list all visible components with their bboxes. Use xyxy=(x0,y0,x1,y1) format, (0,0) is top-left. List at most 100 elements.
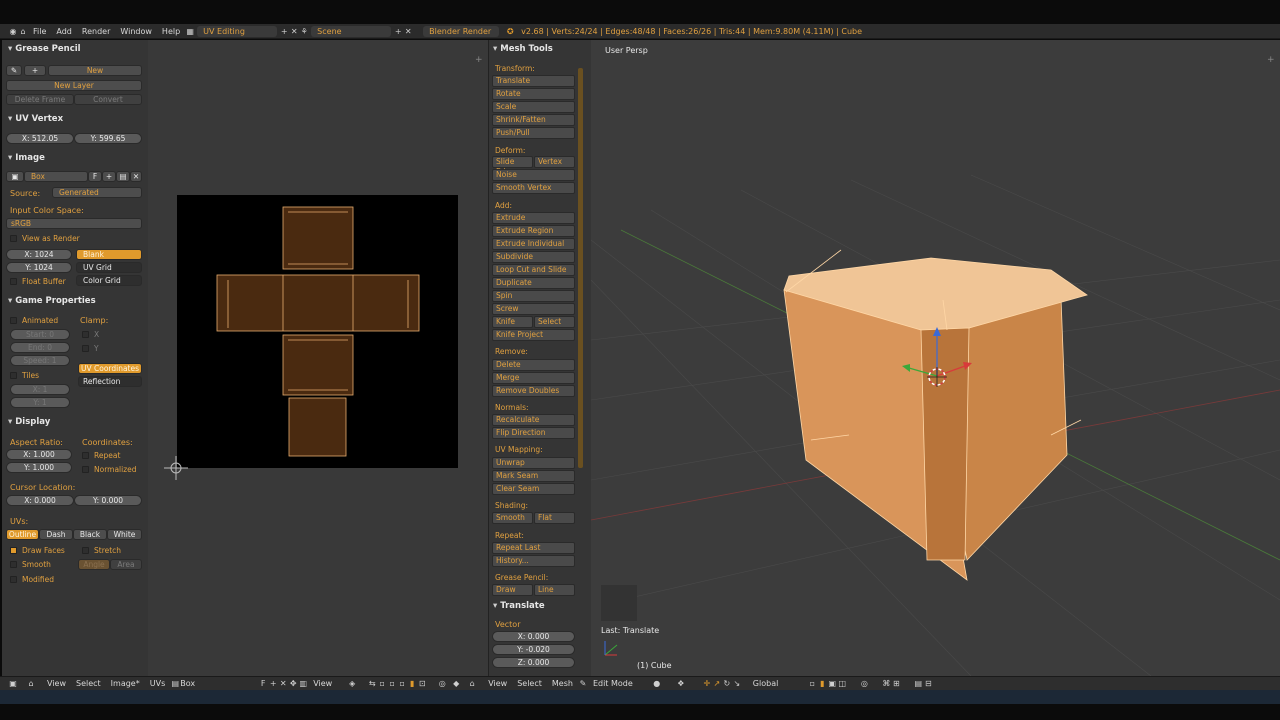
uv-editor-type-icon[interactable]: ▣ xyxy=(8,679,18,688)
menu-add[interactable]: Add xyxy=(51,27,77,36)
toolshelf-scrollbar[interactable] xyxy=(578,68,583,468)
end-field[interactable]: End: 0 xyxy=(10,342,70,353)
face-select-icon[interactable]: ▣ xyxy=(827,679,837,688)
viewport-editor-type-icon[interactable]: ◆ xyxy=(451,679,461,688)
duplicate-button[interactable]: Duplicate xyxy=(492,277,575,289)
pin-icon[interactable]: ✥ xyxy=(288,679,298,688)
select-island-icon[interactable]: ▮ xyxy=(407,679,417,688)
aspect-y-field[interactable]: Y: 1.000 xyxy=(6,462,72,473)
edge-select-icon[interactable]: ▮ xyxy=(817,679,827,688)
color-space-select[interactable]: sRGB xyxy=(6,218,142,229)
transform-orientation-select[interactable]: Global xyxy=(748,679,784,688)
smooth-vertex-button[interactable]: Smooth Vertex xyxy=(492,182,575,194)
redo-panel-handle[interactable] xyxy=(601,585,637,621)
open-image-icon[interactable]: ▤ xyxy=(116,171,130,182)
extrude-region-button[interactable]: Extrude Region xyxy=(492,225,575,237)
uv-menu-collapse-icon[interactable]: ⌂ xyxy=(26,679,36,688)
image-height-field[interactable]: Y: 1024 xyxy=(6,262,72,273)
clamp-x-checkbox[interactable] xyxy=(82,331,89,338)
vector-x-field[interactable]: X: 0.000 xyxy=(492,631,575,642)
uv-coordinates-option[interactable]: UV Coordinates xyxy=(78,363,142,374)
uv-face-middle[interactable] xyxy=(216,274,420,332)
knife-select-button[interactable]: Select xyxy=(534,316,575,328)
repeat-last-button[interactable]: Repeat Last xyxy=(492,542,575,554)
v3d-menu-select[interactable]: Select xyxy=(512,679,547,688)
mark-seam-button[interactable]: Mark Seam xyxy=(492,470,575,482)
uv-vertex-y-field[interactable]: Y: 599.65 xyxy=(74,133,142,144)
viewport-canvas[interactable]: + xyxy=(591,40,1280,676)
3d-viewport[interactable]: + User Persp Last: Translate (1) Cube xyxy=(591,40,1280,676)
shade-smooth-button[interactable]: Smooth xyxy=(492,512,533,524)
select-edge-icon[interactable]: ▫ xyxy=(387,679,397,688)
flip-direction-button[interactable]: Flip Direction xyxy=(492,427,575,439)
pencil-icon[interactable]: ✎ xyxy=(6,65,22,76)
delete-frame-button[interactable]: Delete Frame xyxy=(6,94,74,105)
uv-view-mode-icon[interactable]: ▥ xyxy=(298,679,308,688)
screw-button[interactable]: Screw xyxy=(492,303,575,315)
vertex-select-icon[interactable]: ▫ xyxy=(807,679,817,688)
tile-y-field[interactable]: Y: 1 xyxy=(10,397,70,408)
viewport-menu-collapse-icon[interactable]: ⌂ xyxy=(467,679,477,688)
scale-button[interactable]: Scale xyxy=(492,101,575,113)
gp-draw-button[interactable]: Draw xyxy=(492,584,533,596)
limit-selection-icon[interactable]: ◫ xyxy=(837,679,847,688)
interaction-mode-select[interactable]: Edit Mode xyxy=(588,679,638,688)
image-name-footer-field[interactable]: Box xyxy=(180,679,258,688)
screen-layout-field[interactable]: UV Editing xyxy=(197,25,278,37)
display-header[interactable]: Display xyxy=(8,417,50,427)
remove-doubles-button[interactable]: Remove Doubles xyxy=(492,385,575,397)
image-name-field[interactable]: Box xyxy=(24,171,88,182)
shade-flat-button[interactable]: Flat xyxy=(534,512,575,524)
new-grease-button[interactable]: New xyxy=(48,65,142,76)
scale-manipulator-icon[interactable]: ↘ xyxy=(732,679,742,688)
viewport-shading-icon[interactable]: ● xyxy=(652,679,662,688)
convert-button[interactable]: Convert xyxy=(74,94,142,105)
uv-dash-option[interactable]: Dash xyxy=(39,529,73,540)
image-browse-footer-icon[interactable]: ▤ xyxy=(170,679,180,688)
manipulator-toggle-icon[interactable]: ✛ xyxy=(702,679,712,688)
mesh-tools-header[interactable]: Mesh Tools xyxy=(493,44,553,54)
uv-menu-select[interactable]: Select xyxy=(71,679,106,688)
vector-y-field[interactable]: Y: -0.020 xyxy=(492,644,575,655)
menu-help[interactable]: Help xyxy=(157,27,185,36)
uv-outline-option[interactable]: Outline xyxy=(6,529,39,540)
uv-white-option[interactable]: White xyxy=(107,529,142,540)
translate-manipulator-icon[interactable]: ↗ xyxy=(712,679,722,688)
translate-operator-header[interactable]: Translate xyxy=(493,601,544,611)
menu-render[interactable]: Render xyxy=(77,27,115,36)
uv-menu-view[interactable]: View xyxy=(42,679,71,688)
uv-view-mode-select[interactable]: View xyxy=(308,679,337,688)
v3d-menu-mesh[interactable]: Mesh xyxy=(547,679,578,688)
animated-checkbox[interactable] xyxy=(10,317,17,324)
reflection-option[interactable]: Reflection xyxy=(78,376,142,387)
menu-window[interactable]: Window xyxy=(115,27,157,36)
normalized-checkbox[interactable] xyxy=(82,466,89,473)
history-button[interactable]: History... xyxy=(492,555,575,567)
cube-bevel-face[interactable] xyxy=(920,327,970,561)
push-pull-button[interactable]: Push/Pull xyxy=(492,127,575,139)
smooth-checkbox[interactable] xyxy=(10,561,17,568)
loop-cut-button[interactable]: Loop Cut and Slide xyxy=(492,264,575,276)
blender-icon[interactable]: ◉ xyxy=(8,27,18,36)
screen-layout-icon[interactable]: ▦ xyxy=(185,27,195,36)
uv-menu-uvs[interactable]: UVs xyxy=(145,679,171,688)
v3d-menu-view[interactable]: View xyxy=(483,679,512,688)
pivot-point-icon[interactable]: ❖ xyxy=(676,679,686,688)
uv-face-bottom[interactable] xyxy=(288,397,347,457)
gp-line-button[interactable]: Line xyxy=(534,584,575,596)
blank-option[interactable]: Blank xyxy=(76,249,142,260)
speed-field[interactable]: Speed: 1 xyxy=(10,355,70,366)
uv-grid-option[interactable]: UV Grid xyxy=(76,262,142,273)
stretch-area-option[interactable]: Area xyxy=(110,559,142,570)
rotate-manipulator-icon[interactable]: ↻ xyxy=(722,679,732,688)
extrude-button[interactable]: Extrude xyxy=(492,212,575,224)
edit-mode-icon[interactable]: ✎ xyxy=(578,679,588,688)
knife-project-button[interactable]: Knife Project xyxy=(492,329,575,341)
proportional-editing-icon[interactable]: ◎ xyxy=(859,679,869,688)
view-as-render-checkbox[interactable] xyxy=(10,235,17,242)
start-field[interactable]: Start: 0 xyxy=(10,329,70,340)
delete-screen-icon[interactable]: ✕ xyxy=(289,27,299,36)
new-image-footer-icon[interactable]: + xyxy=(268,679,278,688)
snap-toggle-icon[interactable]: ⌘ xyxy=(881,679,891,688)
translate-button[interactable]: Translate xyxy=(492,75,575,87)
